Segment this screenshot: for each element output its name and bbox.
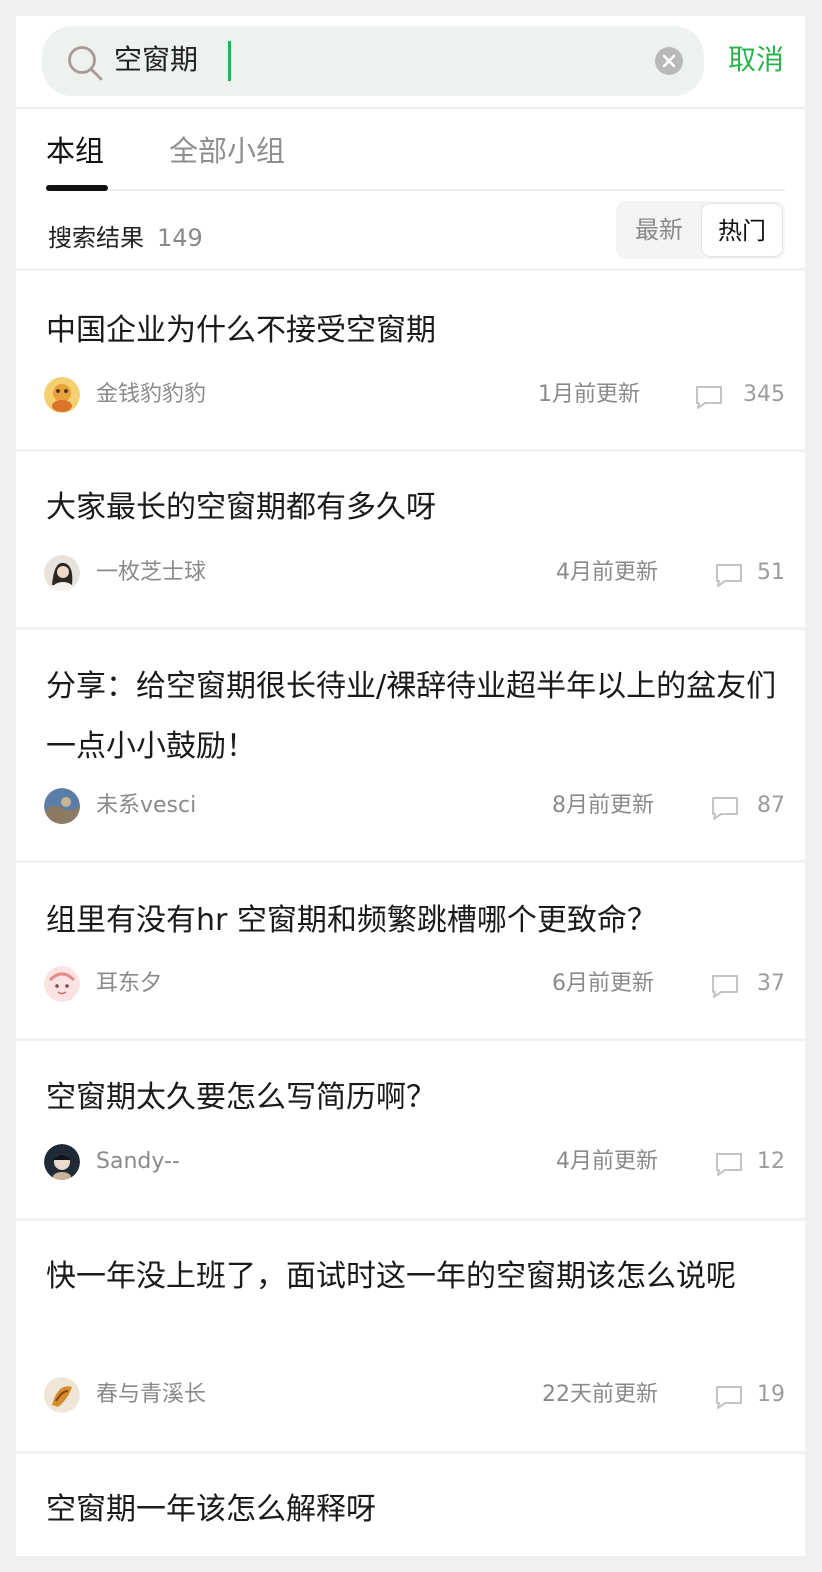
post-meta: 春与青溪长 22天前更新 19 (44, 1375, 785, 1415)
comment-count: 345 (743, 382, 785, 407)
results-count: 149 (157, 224, 203, 252)
post-title: 空窗期太久要怎么写简历啊？ (46, 1080, 436, 1115)
post-meta: Sandy-- 4月前更新 12 (44, 1142, 785, 1182)
author-name[interactable]: 未系vesci (96, 790, 196, 822)
comment-count: 87 (757, 793, 785, 818)
orange-avatar-icon (44, 1377, 80, 1413)
updated-time: 8月前更新 (552, 793, 654, 818)
post-title: 组里有没有hr 空窗期和频繁跳槽哪个更致命？ (46, 903, 657, 938)
search-icon (68, 46, 103, 81)
updated-time: 4月前更新 (556, 560, 658, 585)
cancel-button[interactable]: 取消 (728, 40, 784, 80)
search-bar[interactable]: 空窗期 (42, 26, 704, 96)
text-cursor (228, 41, 231, 81)
comment-icon (712, 797, 738, 820)
comment-count: 19 (757, 1382, 785, 1407)
author-name[interactable]: 春与青溪长 (96, 1379, 206, 1411)
list-item[interactable]: 快一年没上班了，面试时这一年的空窗期该怎么说呢 春与青溪长 22天前更新 19 (16, 1221, 805, 1454)
post-meta: 耳东夕 6月前更新 37 (44, 964, 785, 1004)
author-name[interactable]: 金钱豹豹豹 (96, 379, 206, 411)
portrait-avatar-icon (44, 555, 80, 591)
list-item[interactable]: 空窗期一年该怎么解释呀 (16, 1454, 805, 1556)
comment-count: 51 (757, 560, 785, 585)
post-title: 分享：给空窗期很长待业/裸辞待业超半年以上的盆友们一点小小鼓励！ (46, 669, 777, 764)
updated-time: 4月前更新 (556, 1149, 658, 1174)
list-item[interactable]: 大家最长的空窗期都有多久呀 一枚芝士球 4月前更新 51 (16, 452, 805, 630)
updated-time: 6月前更新 (552, 971, 654, 996)
sort-toggle: 最新 热门 (616, 201, 785, 259)
dark-portrait-avatar-icon (44, 1144, 80, 1180)
group-tabs: 本组 全部小组 (46, 109, 785, 191)
comment-count: 37 (757, 971, 785, 996)
clear-icon[interactable] (654, 46, 684, 76)
results-bar: 搜索结果 149 最新 热门 (16, 191, 805, 271)
list-item[interactable]: 空窗期太久要怎么写简历啊？ Sandy-- 4月前更新 12 (16, 1041, 805, 1221)
tab-all-groups[interactable]: 全部小组 (169, 131, 285, 171)
list-item[interactable]: 分享：给空窗期很长待业/裸辞待业超半年以上的盆友们一点小小鼓励！ 未系vesci… (16, 630, 805, 863)
post-meta: 未系vesci 8月前更新 87 (44, 786, 785, 826)
author-name[interactable]: 耳东夕 (96, 968, 162, 1000)
app-screen: 空窗期 取消 本组 全部小组 搜索结果 149 最新 热门 中国企业为什么不接受… (16, 16, 805, 1556)
comment-icon (712, 975, 738, 998)
post-meta: 金钱豹豹豹 1月前更新 345 (44, 375, 785, 415)
post-title: 中国企业为什么不接受空窗期 (46, 313, 436, 348)
landscape-avatar-icon (44, 788, 80, 824)
post-title: 大家最长的空窗期都有多久呀 (46, 490, 436, 525)
pink-cartoon-avatar-icon (44, 966, 80, 1002)
sort-newest-button[interactable]: 最新 (618, 203, 700, 257)
updated-time: 1月前更新 (538, 382, 640, 407)
updated-time: 22天前更新 (542, 1382, 658, 1407)
cartoon-avatar-icon (44, 377, 80, 413)
list-item[interactable]: 中国企业为什么不接受空窗期 金钱豹豹豹 1月前更新 345 (16, 271, 805, 452)
comment-count: 12 (757, 1149, 785, 1174)
author-name[interactable]: Sandy-- (96, 1146, 180, 1178)
search-input[interactable]: 空窗期 (114, 40, 198, 80)
comment-icon (716, 1386, 742, 1409)
results-label: 搜索结果 (48, 224, 144, 252)
post-title: 空窗期一年该怎么解释呀 (46, 1492, 376, 1527)
author-name[interactable]: 一枚芝士球 (96, 557, 206, 589)
comment-icon (716, 1153, 742, 1176)
post-title: 快一年没上班了，面试时这一年的空窗期该怎么说呢 (46, 1259, 736, 1294)
search-header: 空窗期 取消 (16, 16, 805, 109)
sort-hot-button[interactable]: 热门 (701, 203, 783, 257)
tab-this-group[interactable]: 本组 (46, 131, 104, 171)
list-item[interactable]: 组里有没有hr 空窗期和频繁跳槽哪个更致命？ 耳东夕 6月前更新 37 (16, 863, 805, 1041)
comment-icon (696, 386, 722, 409)
comment-icon (716, 564, 742, 587)
post-meta: 一枚芝士球 4月前更新 51 (44, 553, 785, 593)
